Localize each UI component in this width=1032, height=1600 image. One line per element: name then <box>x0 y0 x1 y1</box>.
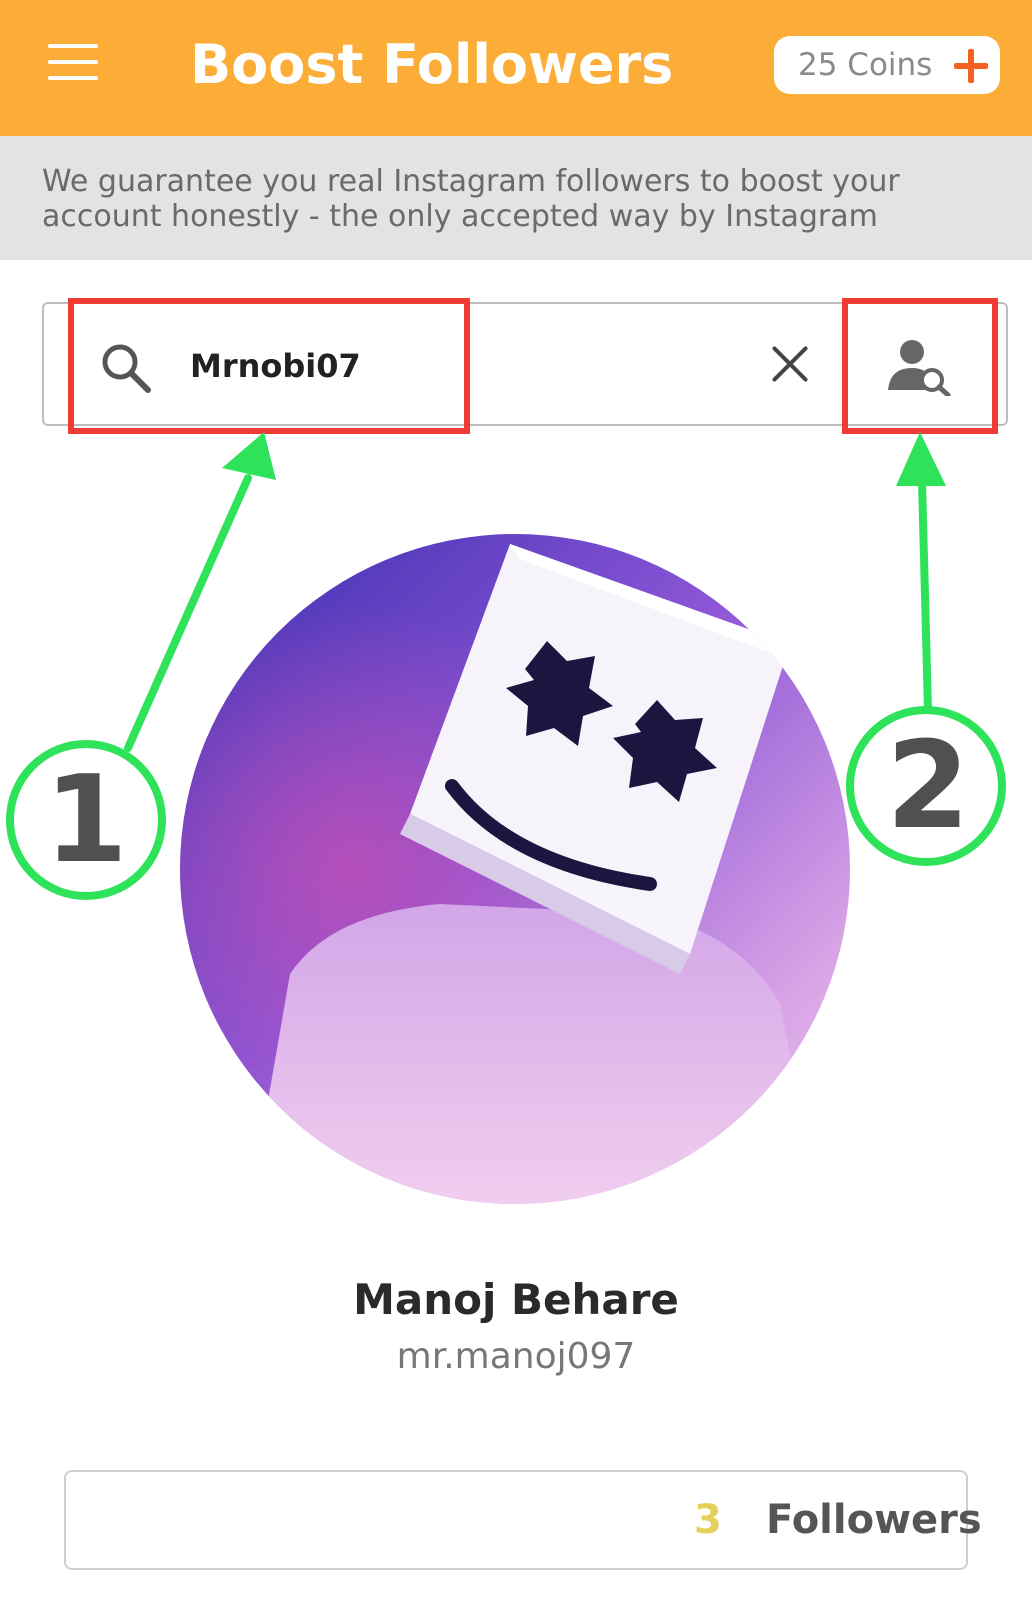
hamburger-menu-icon[interactable] <box>48 44 98 80</box>
profile-picture <box>180 534 850 1204</box>
coins-button[interactable]: 25 Coins <box>774 36 1000 94</box>
close-icon[interactable] <box>770 344 810 384</box>
menu-line <box>48 60 98 64</box>
banner-text: We guarantee you real Instagram follower… <box>42 164 900 234</box>
profile-avatar <box>180 534 850 1204</box>
annotation-arrowhead-one <box>222 432 276 480</box>
info-banner: We guarantee you real Instagram follower… <box>0 136 1032 260</box>
annotation-box-search-input <box>68 298 470 434</box>
page-title: Boost Followers <box>190 33 674 96</box>
plus-icon[interactable] <box>954 49 988 83</box>
app-header: Boost Followers 25 Coins <box>0 0 1032 136</box>
profile-name: Manoj Behare <box>353 1275 679 1324</box>
annotation-arrow-two <box>918 478 932 714</box>
menu-line <box>48 76 98 80</box>
annotation-arrowhead-two <box>896 432 946 486</box>
followers-count: 3 <box>694 1497 722 1543</box>
annotation-box-search-button <box>842 298 998 434</box>
annotation-number-one: 1 <box>44 751 128 890</box>
coins-balance: 25 Coins <box>798 47 933 83</box>
menu-line <box>48 44 98 48</box>
profile-username: mr.manoj097 <box>396 1336 636 1377</box>
annotation-number-two: 2 <box>886 717 970 856</box>
followers-label: Followers <box>766 1497 982 1543</box>
